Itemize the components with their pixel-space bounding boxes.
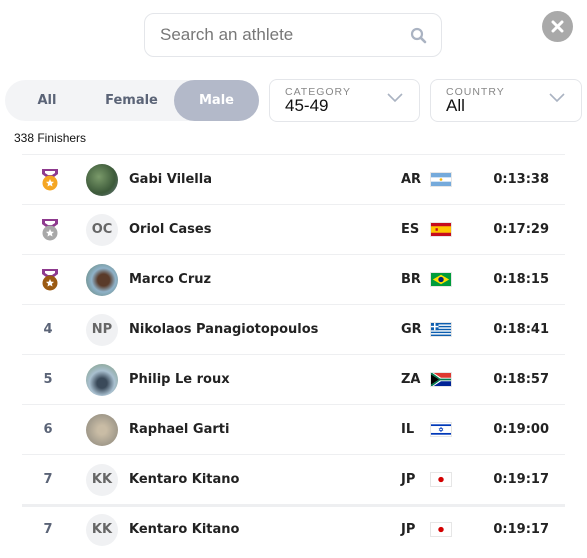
rank: 7 [43,472,53,487]
finish-time: 0:19:17 [493,472,549,487]
flag-il-icon [430,422,452,437]
avatar-photo [86,363,118,396]
country-code: BR [401,272,421,287]
flag-es-icon [430,222,452,237]
toggle-all[interactable]: All [5,80,89,121]
finishers-count: 338 Finishers [14,131,87,145]
athlete-name[interactable]: Kentaro Kitano [129,522,239,537]
country-code: GR [401,322,422,337]
athlete-name[interactable]: Kentaro Kitano [129,472,239,487]
toggle-female[interactable]: Female [89,80,174,121]
search-input[interactable] [160,25,410,45]
avatar-photo [86,263,118,296]
flag-br-icon [430,272,452,287]
rank: 6 [43,422,53,437]
country-code: ZA [401,372,421,387]
finish-time: 0:19:17 [493,522,549,537]
rank: 5 [43,372,53,387]
flag-jp-icon [430,522,452,537]
close-button[interactable] [542,11,573,42]
country-code: JP [401,522,416,537]
search-box[interactable] [144,13,442,57]
finish-time: 0:19:00 [493,422,549,437]
athlete-name[interactable]: Raphael Garti [129,422,229,437]
result-row[interactable]: 5 Philip Le roux ZA 0:18:57 [22,354,565,404]
avatar: NP [86,313,118,346]
search-icon[interactable] [410,27,427,44]
flag-ar-icon [430,172,452,187]
finish-time: 0:18:41 [493,322,549,337]
athlete-name[interactable]: Nikolaos Panagiotopoulos [129,322,318,337]
gold-medal-icon [42,168,58,190]
gender-toggle: All Female Male [5,80,259,121]
category-select[interactable]: CATEGORY 45-49 [269,79,420,122]
chevron-down-icon [387,93,403,103]
athlete-name[interactable]: Marco Cruz [129,272,211,287]
chevron-down-icon [549,93,565,103]
result-row[interactable]: 4 NP Nikolaos Panagiotopoulos GR 0:18:41 [22,304,565,354]
close-icon [551,20,564,33]
result-row[interactable]: Gabi Vilella AR 0:13:38 [22,154,565,204]
toggle-male[interactable]: Male [174,80,259,121]
avatar-photo [86,413,118,446]
pinned-result-row[interactable]: 7 KK Kentaro Kitano JP 0:19:17 [22,504,565,552]
finish-time: 0:18:57 [493,372,549,387]
finish-time: 0:13:38 [493,172,549,187]
result-row[interactable]: 7 KK Kentaro Kitano JP 0:19:17 [22,454,565,504]
country-select[interactable]: COUNTRY All [430,79,582,122]
country-code: ES [401,222,420,237]
result-row[interactable]: 6 Raphael Garti IL 0:19:00 [22,404,565,454]
result-row[interactable]: OC Oriol Cases ES 0:17:29 [22,204,565,254]
avatar-photo [86,163,118,196]
country-code: IL [401,422,415,437]
athlete-name[interactable]: Oriol Cases [129,222,211,237]
flag-jp-icon [430,472,452,487]
finish-time: 0:18:15 [493,272,549,287]
rank: 7 [43,522,53,537]
silver-medal-icon [42,218,58,240]
results-list: Gabi Vilella AR 0:13:38 OC Oriol Cases ES 0:17… [22,154,565,552]
flag-gr-icon [430,322,452,337]
avatar: KK [86,513,118,546]
flag-za-icon [430,372,452,387]
country-code: JP [401,472,416,487]
finish-time: 0:17:29 [493,222,549,237]
result-row[interactable]: Marco Cruz BR 0:18:15 [22,254,565,304]
avatar: KK [86,463,118,496]
country-code: AR [401,172,422,187]
bronze-medal-icon [42,268,58,290]
athlete-name[interactable]: Gabi Vilella [129,172,212,187]
athlete-name[interactable]: Philip Le roux [129,372,230,387]
avatar: OC [86,213,118,246]
rank: 4 [43,322,53,337]
